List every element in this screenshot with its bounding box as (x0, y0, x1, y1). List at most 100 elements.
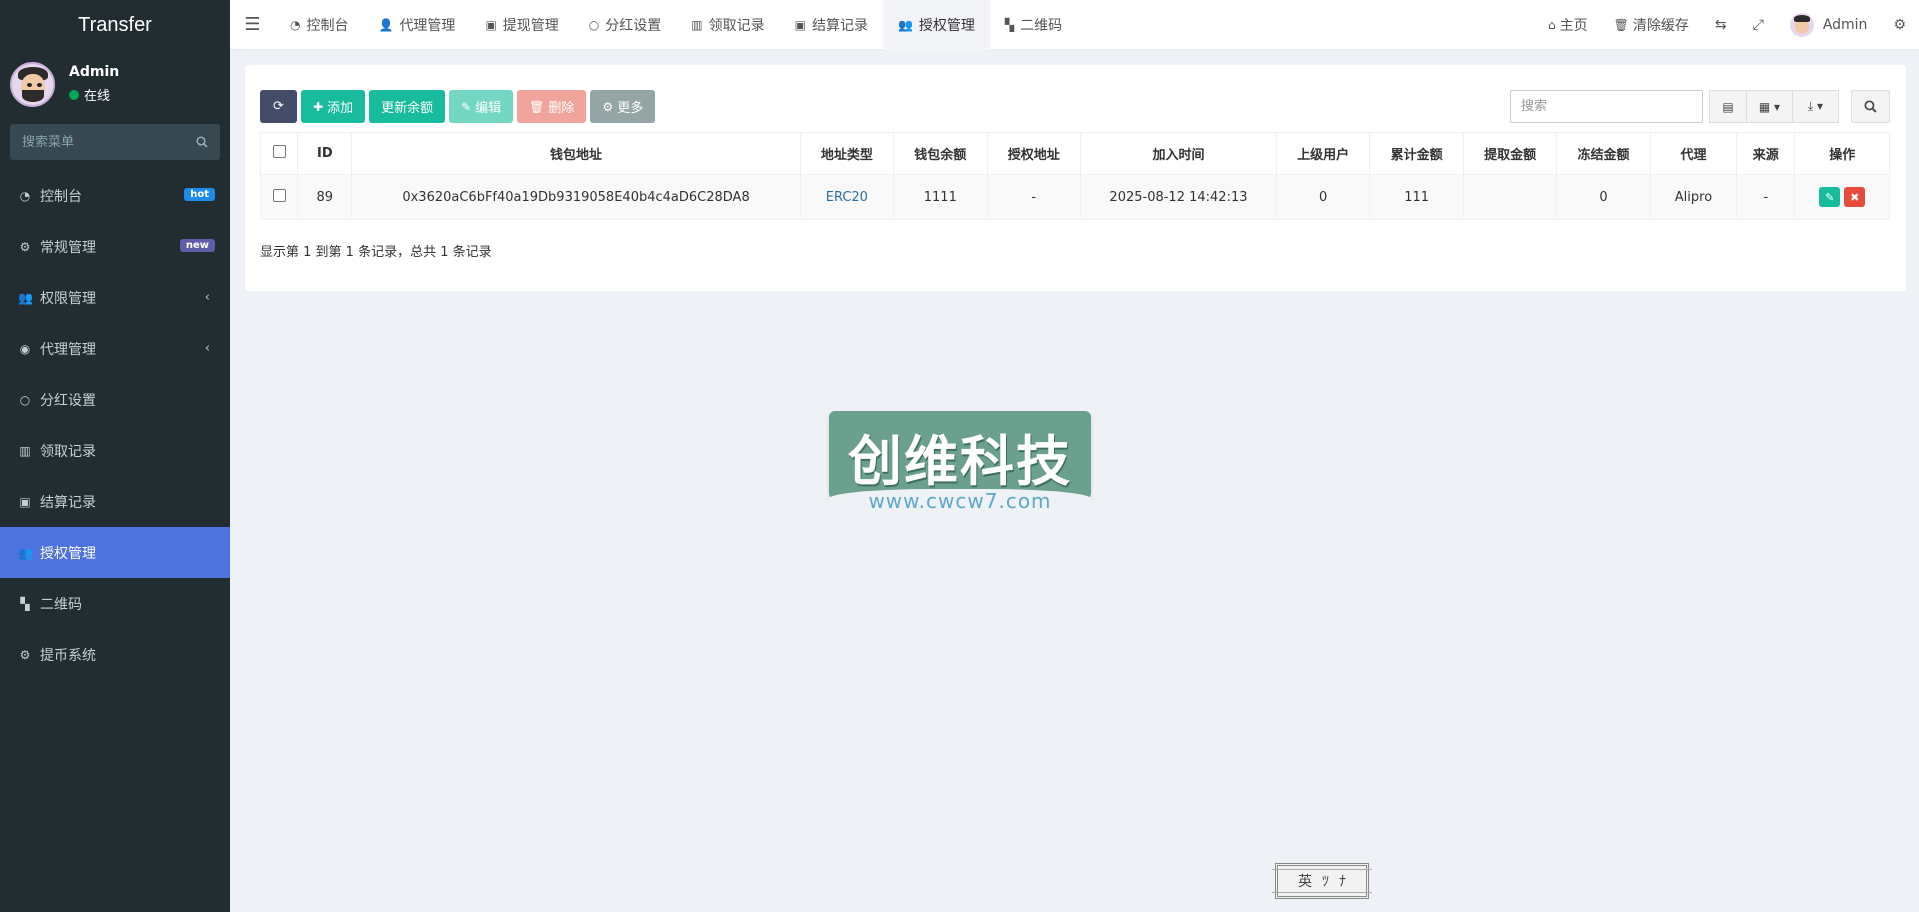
sidebar-item-label: 分红设置 (40, 392, 96, 409)
nav-tab[interactable]: ◔ 控制台 (275, 0, 363, 50)
gear-icon: ⚙ (19, 647, 31, 662)
sidebar-item[interactable]: ⚙ 提币系统 (0, 629, 230, 680)
add-button[interactable]: ✚ 添加 (301, 90, 366, 123)
watermark-logo: 创维科技 www.cwcw7.com (829, 411, 1091, 513)
update-balance-button[interactable]: 更新余额 (369, 90, 446, 123)
nav-tab[interactable]: ▣ 结算记录 (780, 0, 883, 50)
user-circle-icon: ◉ (19, 341, 31, 356)
circle-icon: ○ (19, 392, 31, 407)
trash-icon: 🗑 (529, 99, 545, 114)
select-all-checkbox[interactable] (272, 145, 286, 158)
sidebar-search (10, 124, 220, 160)
column-header[interactable]: 授权地址 (986, 132, 1081, 175)
table-cell: 1111 (893, 174, 988, 220)
dashboard-icon: ◔ (290, 17, 301, 32)
sidebar-item[interactable]: 👥 权限管理 ‹ (0, 272, 230, 323)
user-panel: Admin 在线 (0, 50, 230, 118)
nav-tab[interactable]: ▥ 领取记录 (676, 0, 779, 50)
column-header[interactable]: 提取金额 (1462, 132, 1558, 175)
refresh-icon: ⟳ (273, 99, 284, 114)
sidebar-item[interactable]: ▚ 二维码 (0, 578, 230, 629)
ime-indicator[interactable]: 英ﾂﾅ (1272, 863, 1372, 899)
sidebar-item[interactable]: ▣ 结算记录 (0, 476, 230, 527)
row-checkbox[interactable] (272, 188, 286, 202)
sidebar-item[interactable]: ⚙ 常规管理 new (0, 221, 230, 272)
nav-tab[interactable]: ▣ 提现管理 (470, 0, 573, 50)
tab-label: 代理管理 (399, 17, 456, 34)
toggle-view-icon[interactable]: ▤ (1709, 90, 1747, 123)
sidebar-item-label: 控制台 (40, 188, 82, 205)
language-icon[interactable]: ⇆ (1702, 17, 1740, 33)
menu-badge: new (179, 239, 215, 252)
top-navbar: ☰ ◔ 控制台 👤 代理管理 ▣ 提现管理 ○ 分红设置 ▥ 领取记录 ▣ 结算记录 👥 授权管理 ▚ 二维码… (230, 0, 1919, 50)
tab-label: 授权管理 (918, 17, 975, 34)
column-header[interactable]: 冻结金额 (1556, 132, 1651, 175)
fullscreen-icon[interactable]: ⤢ (1740, 17, 1777, 33)
search-icon[interactable] (196, 136, 208, 148)
sidebar-item[interactable]: ◉ 代理管理 ‹ (0, 323, 230, 374)
column-header[interactable]: ID (297, 132, 353, 175)
export-icon[interactable]: ⤓ ▾ (1792, 90, 1839, 123)
clear-cache-button[interactable]: 🗑 清除缓存 (1601, 15, 1702, 35)
table-row[interactable]: 89 0x3620aC6bFf40a19Db9319058E40b4c4aD6C2… (259, 174, 1890, 220)
column-header[interactable]: 钱包地址 (351, 132, 801, 175)
sidebar-item[interactable]: ◔ 控制台 hot (0, 170, 230, 221)
tab-label: 结算记录 (811, 17, 868, 34)
trash-icon: 🗑 (1613, 18, 1629, 32)
table-cell: 0 (1556, 174, 1651, 220)
menu-badge: hot (184, 188, 215, 201)
sidebar-item[interactable]: ○ 分红设置 (0, 374, 230, 425)
home-link[interactable]: ⌂ 主页 (1535, 15, 1601, 35)
sidebar-search-input[interactable] (22, 134, 182, 150)
column-header[interactable]: 操作 (1794, 132, 1890, 175)
sidebar: Transfer Admin 在线 ◔控制台hot⚙常规管理new👥权限管理‹◉… (0, 0, 230, 912)
settings-gears-icon[interactable]: ⚙ (1880, 17, 1919, 33)
pagination-info: 显示第 1 到第 1 条记录，总共 1 条记录 (260, 245, 492, 260)
column-header[interactable]: 上级用户 (1275, 132, 1371, 175)
nav-tab[interactable]: 👤 代理管理 (363, 0, 470, 50)
advanced-search-button[interactable] (1851, 90, 1890, 123)
delete-trash-icon[interactable]: ✖ (1844, 187, 1866, 207)
sidebar-item-label: 提币系统 (40, 647, 96, 664)
user-name: Admin (69, 64, 120, 80)
sidebar-item-label: 结算记录 (40, 494, 96, 511)
column-header[interactable]: 代理 (1649, 132, 1738, 175)
columns-icon[interactable]: ▦ ▾ (1746, 90, 1793, 123)
tab-label: 提现管理 (502, 17, 559, 34)
sidebar-item-label: 授权管理 (40, 545, 96, 562)
refresh-button[interactable]: ⟳ (260, 90, 297, 123)
avatar[interactable] (10, 61, 55, 107)
table-cell (1462, 174, 1558, 220)
delete-button[interactable]: 🗑 删除 (517, 90, 587, 123)
column-header[interactable]: 地址类型 (799, 132, 895, 175)
sidebar-item[interactable]: ▥ 领取记录 (0, 425, 230, 476)
more-button[interactable]: ⚙ 更多 (590, 90, 656, 123)
brand-logo[interactable]: Transfer (0, 0, 230, 50)
column-header[interactable]: 加入时间 (1079, 132, 1277, 175)
table-cell: 0 (1275, 174, 1371, 220)
table-cell[interactable]: ERC20 (799, 174, 895, 220)
tab-label: 分红设置 (605, 17, 662, 34)
column-header[interactable]: 来源 (1736, 132, 1796, 175)
sidebar-item[interactable]: 👥 授权管理 (0, 527, 230, 578)
search-icon (1864, 100, 1877, 113)
tab-label: 二维码 (1020, 17, 1063, 34)
column-header[interactable]: 累计金额 (1369, 132, 1464, 175)
edit-button[interactable]: ✎ 编辑 (449, 90, 514, 123)
table-search-input[interactable] (1510, 90, 1703, 123)
sidebar-item-label: 常规管理 (40, 239, 96, 256)
column-header[interactable]: 钱包余额 (893, 132, 988, 175)
sidebar-item-label: 代理管理 (40, 341, 96, 358)
menu-toggle-icon[interactable]: ☰ (230, 0, 275, 50)
cc-icon: ▣ (485, 17, 497, 32)
cc-icon: ▣ (19, 494, 31, 509)
sidebar-menu: ◔ 控制台 hot ⚙ 常规管理 new 👥 权限管理 ‹ ◉ 代理管理 ‹ ○ 分红设置 ▥ 领取记录 ▣ 结算… (0, 170, 230, 680)
nav-tab[interactable]: 👥 授权管理 (882, 0, 990, 50)
nav-tab[interactable]: ○ 分红设置 (574, 0, 676, 50)
edit-pencil-icon[interactable]: ✎ (1819, 187, 1841, 207)
cogs-icon: ⚙ (19, 239, 31, 254)
tab-label: 领取记录 (708, 17, 765, 34)
admin-menu[interactable]: Admin (1777, 13, 1881, 37)
select-all-cell (259, 132, 299, 175)
nav-tab[interactable]: ▚ 二维码 (990, 0, 1077, 50)
